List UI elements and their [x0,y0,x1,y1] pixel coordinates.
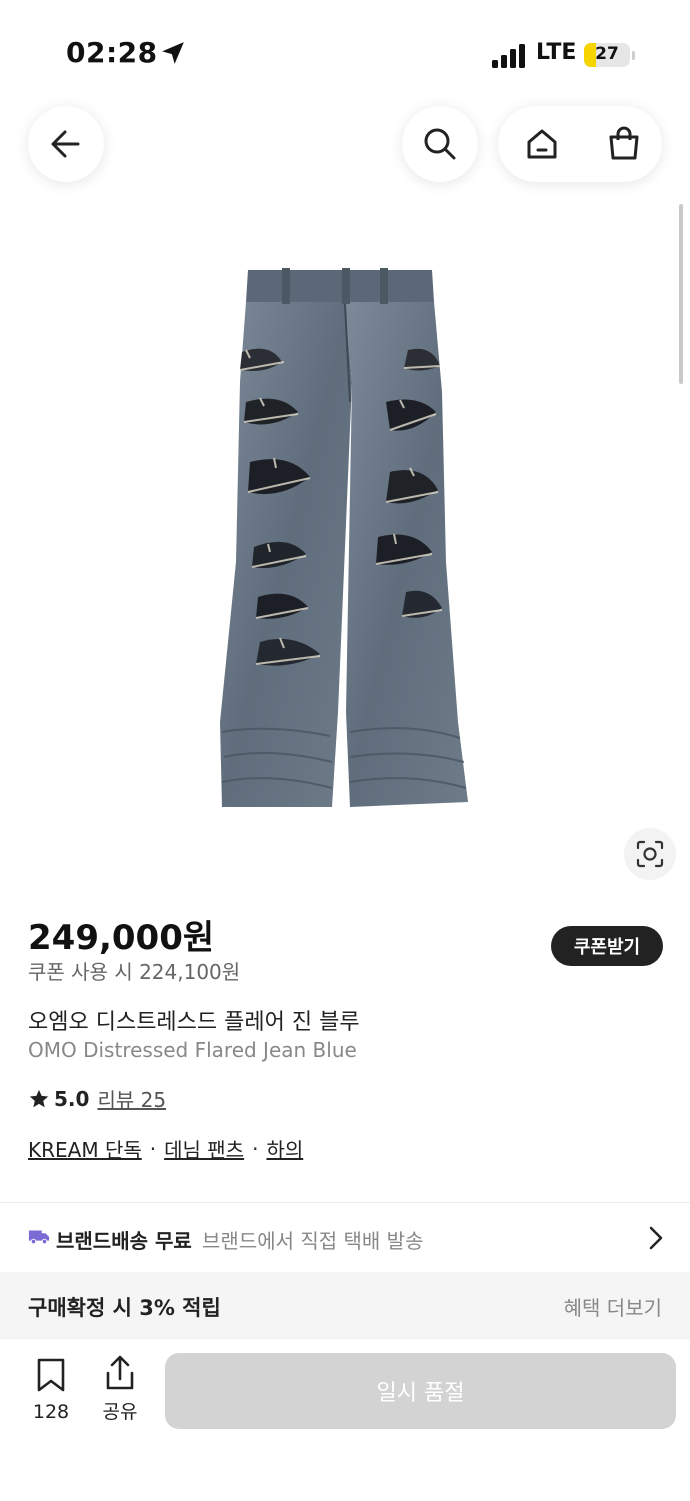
rating-score: 5.0 [54,1086,90,1111]
share-label: 공유 [102,1401,138,1423]
bottom-action-bar: 128 공유 일시 품절 [0,1338,690,1501]
scrollbar[interactable] [679,204,683,384]
battery-cap [632,51,635,60]
signal-icon [492,44,525,68]
location-arrow-icon [162,42,184,64]
home-icon [527,129,557,159]
coupon-button[interactable]: 쿠폰받기 [551,926,663,966]
delivery-description: 브랜드에서 직접 택배 발송 [202,1229,424,1253]
truck-icon [28,1230,50,1245]
star-icon [29,1089,49,1107]
coupon-price: 쿠폰 사용 시 224,100원 [28,960,241,984]
shopping-bag-icon [609,126,639,160]
delivery-label: 브랜드배송 무료 [56,1229,192,1253]
tag-bottoms[interactable]: 하의 [266,1134,303,1163]
product-price: 249,000원 [28,918,215,958]
image-search-button[interactable] [624,828,676,880]
sold-out-button[interactable]: 일시 품절 [165,1353,676,1429]
wishlist-count: 128 [32,1401,70,1423]
delivery-row[interactable]: 브랜드배송 무료 브랜드에서 직접 택배 발송 [0,1203,690,1271]
bookmark-icon [37,1358,65,1392]
product-name-korean: 오엠오 디스트레스드 플레어 진 블루 [28,1010,360,1035]
wishlist-button[interactable]: 128 [28,1357,74,1423]
product-image[interactable] [210,262,480,822]
battery-indicator: 27 [584,43,630,67]
cart-button[interactable] [586,106,662,182]
status-time: 02:28 [66,36,158,69]
back-button[interactable] [28,106,104,182]
tag-separator: · [252,1136,259,1161]
category-tags: KREAM 단독 · 데님 팬츠 · 하의 [28,1134,303,1163]
search-icon [424,128,456,160]
nav-actions-group [498,106,662,182]
benefit-label: 구매확정 시 3% 적립 [28,1296,221,1320]
share-icon [106,1355,134,1390]
search-button[interactable] [402,106,478,182]
rating-row: 5.0 리뷰 25 [28,1084,166,1113]
review-link[interactable]: 리뷰 25 [97,1084,166,1113]
benefit-more-link[interactable]: 혜택 더보기 [564,1292,662,1321]
share-button[interactable]: 공유 [98,1355,142,1424]
tag-separator: · [149,1136,157,1161]
network-type: LTE [536,40,577,65]
chevron-right-icon [649,1226,663,1250]
benefit-row[interactable]: 구매확정 시 3% 적립 혜택 더보기 [0,1272,690,1338]
product-name-english: OMO Distressed Flared Jean Blue [28,1038,357,1062]
home-button[interactable] [504,106,580,182]
battery-level: 27 [595,44,619,64]
tag-denim-pants[interactable]: 데님 팬츠 [164,1134,244,1163]
tag-kream-exclusive[interactable]: KREAM 단독 [28,1134,142,1163]
lens-scan-icon [636,840,664,868]
arrow-left-icon [51,130,80,158]
